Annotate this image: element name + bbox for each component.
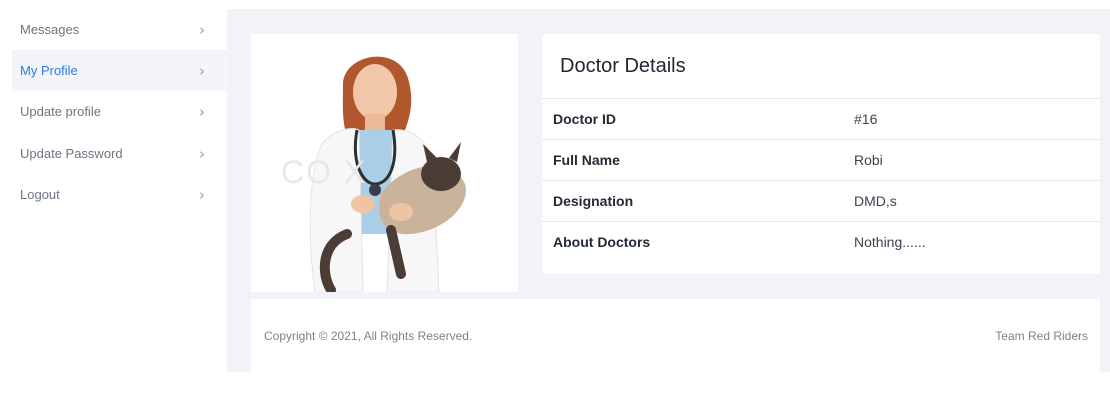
sidebar-item-messages[interactable]: Messages › <box>12 9 227 50</box>
sidebar-item-update-password[interactable]: Update Password › <box>12 133 227 174</box>
chevron-right-icon: › <box>199 61 205 80</box>
details-key: Designation <box>553 193 634 209</box>
doctor-details-card: Doctor Details Doctor ID #16 Full Name R… <box>542 34 1100 274</box>
details-title: Doctor Details <box>542 34 1100 99</box>
chevron-right-icon: › <box>199 144 205 163</box>
footer: Copyright © 2021, All Rights Reserved. T… <box>251 299 1100 372</box>
chevron-right-icon: › <box>199 102 205 121</box>
footer-copyright: Copyright © 2021, All Rights Reserved. <box>264 328 473 343</box>
sidebar-item-logout[interactable]: Logout › <box>12 174 227 215</box>
chevron-right-icon: › <box>199 20 205 39</box>
details-value: Nothing...... <box>854 234 926 250</box>
sidebar-item-my-profile[interactable]: My Profile › <box>12 50 227 91</box>
details-value: DMD,s <box>854 193 897 209</box>
sidebar-item-label: Messages <box>20 22 80 37</box>
details-key: Doctor ID <box>553 111 616 127</box>
sidebar-item-label: Update profile <box>20 104 101 119</box>
sidebar-item-label: My Profile <box>20 63 78 78</box>
sidebar-item-label: Logout <box>20 187 60 202</box>
details-row-about-doctors: About Doctors Nothing...... <box>542 222 1100 262</box>
sidebar-item-update-profile[interactable]: Update profile › <box>12 91 227 132</box>
main-bottom-strip <box>227 372 1110 400</box>
details-row-full-name: Full Name Robi <box>542 140 1100 181</box>
app: Messages › My Profile › Update profile ›… <box>0 0 1110 400</box>
footer-credit: Team Red Riders <box>995 328 1088 343</box>
details-value: #16 <box>854 111 878 127</box>
details-key: About Doctors <box>553 234 651 250</box>
photo-watermark: CO X <box>281 154 368 190</box>
doctor-photo-card: CO X <box>251 34 518 292</box>
sidebar-item-label: Update Password <box>20 146 123 161</box>
details-row-doctor-id: Doctor ID #16 <box>542 99 1100 140</box>
chevron-right-icon: › <box>199 185 205 204</box>
sidebar: Messages › My Profile › Update profile ›… <box>0 0 227 400</box>
details-row-designation: Designation DMD,s <box>542 181 1100 222</box>
details-value: Robi <box>854 152 883 168</box>
details-key: Full Name <box>553 152 620 168</box>
